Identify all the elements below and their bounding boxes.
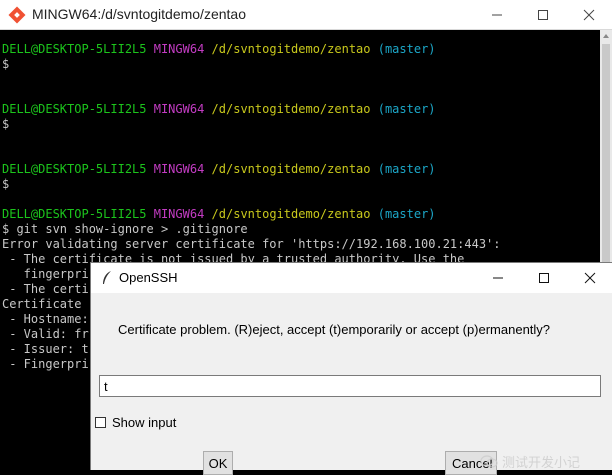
maximize-button[interactable]	[520, 0, 566, 30]
close-button[interactable]	[566, 0, 612, 30]
dialog-title: OpenSSH	[119, 270, 178, 285]
close-icon	[584, 272, 596, 284]
wechat-icon	[480, 454, 498, 468]
maximize-icon	[538, 10, 548, 20]
minimize-icon	[492, 14, 502, 16]
prompt-symbol: $	[2, 57, 10, 71]
ok-button[interactable]: OK	[203, 451, 233, 475]
dialog-message: Certificate problem. (R)eject, accept (t…	[118, 322, 551, 337]
terminal-title: MINGW64:/d/svntogitdemo/zentao	[32, 6, 246, 22]
show-input-label[interactable]: Show input	[112, 415, 176, 430]
show-input-row[interactable]: Show input	[95, 415, 176, 430]
dialog-titlebar[interactable]: OpenSSH	[91, 263, 612, 293]
watermark-text: 测试开发小记	[502, 455, 581, 470]
dialog-minimize-button[interactable]	[475, 263, 521, 293]
maximize-icon	[539, 273, 549, 283]
git-bash-icon	[8, 6, 26, 24]
prompt-line: DELL@DESKTOP-5LII2L5 MINGW64 /d/svntogit…	[2, 162, 436, 176]
output-line: Error validating server certificate for …	[2, 237, 501, 251]
prompt-line: DELL@DESKTOP-5LII2L5 MINGW64 /d/svntogit…	[2, 42, 436, 56]
minimize-icon	[493, 277, 503, 279]
openssh-dialog: OpenSSH Certificate problem. (R)eject, a…	[90, 262, 612, 475]
prompt-line: DELL@DESKTOP-5LII2L5 MINGW64 /d/svntogit…	[2, 102, 436, 116]
prompt-symbol: $	[2, 177, 10, 191]
response-input[interactable]	[99, 375, 601, 397]
prompt-symbol: $	[2, 117, 10, 131]
scroll-up-icon[interactable]	[603, 34, 609, 38]
watermark: 测试开发小记	[480, 452, 580, 471]
terminal-titlebar[interactable]: MINGW64:/d/svntogitdemo/zentao	[0, 0, 612, 30]
dialog-close-button[interactable]	[567, 263, 612, 293]
command-line: $ git svn show-ignore > .gitignore	[2, 222, 248, 236]
feather-icon	[103, 271, 111, 284]
show-input-checkbox[interactable]	[95, 417, 106, 428]
minimize-button[interactable]	[474, 0, 520, 30]
dialog-maximize-button[interactable]	[521, 263, 567, 293]
close-icon	[583, 9, 595, 21]
prompt-line: DELL@DESKTOP-5LII2L5 MINGW64 /d/svntogit…	[2, 207, 436, 221]
